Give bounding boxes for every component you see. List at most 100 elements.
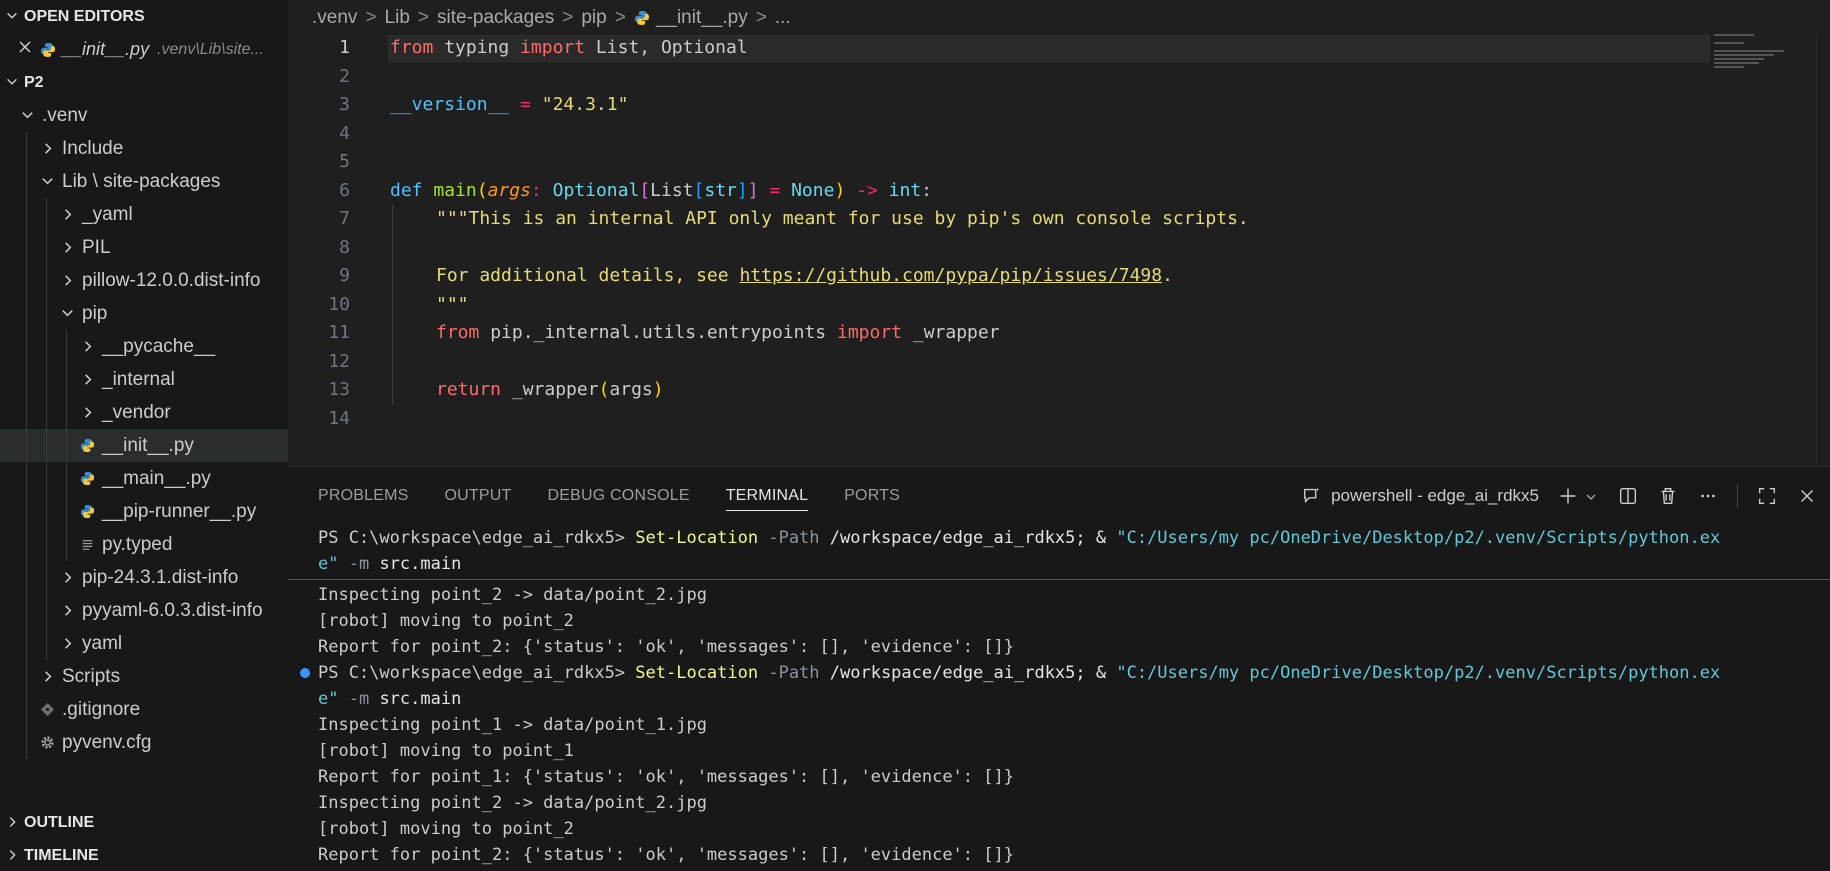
tree-item[interactable]: pip bbox=[0, 297, 288, 330]
split-terminal-icon[interactable] bbox=[1617, 485, 1639, 507]
tree-item[interactable]: Scripts bbox=[0, 660, 288, 693]
indent-guide bbox=[66, 528, 67, 561]
docstring-link[interactable]: https://github.com/pypa/pip/issues/7498 bbox=[739, 265, 1162, 286]
breadcrumb-item[interactable]: .venv bbox=[312, 7, 357, 29]
tree-item[interactable]: PIL bbox=[0, 231, 288, 264]
terminal-param: -m bbox=[338, 554, 380, 574]
tree-item[interactable]: .gitignore bbox=[0, 693, 288, 726]
tree-item[interactable]: yaml bbox=[0, 627, 288, 660]
tab-output[interactable]: OUTPUT bbox=[445, 467, 512, 525]
terminal-string: "C:/Users/my pc/OneDrive/Desktop/p2/.ven… bbox=[1116, 528, 1721, 548]
tree-item[interactable]: Lib \ site-packages bbox=[0, 165, 288, 198]
tree-item[interactable]: _internal bbox=[0, 363, 288, 396]
code-line[interactable]: 1 from typing import List, Optional bbox=[288, 34, 1830, 63]
code-editor[interactable]: .venv > Lib > site-packages > pip > __init__… bbox=[288, 0, 1830, 466]
code-token: = bbox=[758, 179, 792, 201]
project-header[interactable]: P2 bbox=[0, 66, 288, 99]
close-panel-icon[interactable] bbox=[1796, 485, 1818, 507]
tree-item[interactable]: pip-24.3.1.dist-info bbox=[0, 561, 288, 594]
tab-ports[interactable]: PORTS bbox=[844, 467, 900, 525]
chevron-down-icon bbox=[0, 74, 24, 92]
indent-guide bbox=[26, 627, 27, 660]
tree-item[interactable]: pillow-12.0.0.dist-info bbox=[0, 264, 288, 297]
code-line[interactable]: 7 """This is an internal API only meant f… bbox=[288, 205, 1830, 234]
code-line[interactable]: 3 __version__ = "24.3.1" bbox=[288, 91, 1830, 120]
line-number: 11 bbox=[328, 322, 350, 343]
tab-problems[interactable]: PROBLEMS bbox=[318, 467, 409, 525]
code-line[interactable]: 12 bbox=[288, 347, 1830, 376]
chevron-down-icon[interactable] bbox=[1583, 486, 1599, 506]
outline-header[interactable]: OUTLINE bbox=[0, 806, 288, 839]
maximize-panel-icon[interactable] bbox=[1756, 485, 1778, 507]
python-file-icon bbox=[40, 39, 56, 60]
tree-item[interactable]: .venv bbox=[0, 99, 288, 132]
tab-terminal[interactable]: TERMINAL bbox=[725, 467, 809, 525]
code-line[interactable]: 4 bbox=[288, 120, 1830, 149]
tree-item[interactable]: pyyaml-6.0.3.dist-info bbox=[0, 594, 288, 627]
breadcrumb-item[interactable]: ... bbox=[775, 7, 791, 29]
code-token: import bbox=[520, 37, 586, 58]
code-line[interactable]: 8 bbox=[288, 233, 1830, 262]
indent-guide bbox=[46, 594, 47, 627]
code-line[interactable]: 2 bbox=[288, 63, 1830, 92]
code-line[interactable]: 5 bbox=[288, 148, 1830, 177]
code-token: """This is an internal API only meant fo… bbox=[436, 208, 1249, 229]
terminal-selector[interactable]: powershell - edge_ai_rdkx5 bbox=[1301, 485, 1539, 507]
tree-item[interactable]: Include bbox=[0, 132, 288, 165]
tree-item-label: __init__.py bbox=[102, 434, 194, 456]
line-number: 3 bbox=[339, 94, 350, 115]
timeline-header[interactable]: TIMELINE bbox=[0, 839, 288, 871]
code-token: ) bbox=[652, 379, 664, 400]
chevron-right-icon bbox=[76, 402, 98, 424]
code-token: main bbox=[433, 179, 477, 201]
code-line[interactable]: 14 bbox=[288, 405, 1830, 434]
trash-icon[interactable] bbox=[1657, 485, 1679, 507]
code-line[interactable]: 9 For additional details, see https://git… bbox=[288, 262, 1830, 291]
line-number: 1 bbox=[339, 37, 350, 58]
terminal-line: Report for point_2: {'status': 'ok', 'me… bbox=[318, 845, 1014, 865]
tree-item[interactable]: __pycache__ bbox=[0, 330, 288, 363]
line-number: 9 bbox=[339, 265, 350, 286]
tree-item[interactable]: __main__.py bbox=[0, 462, 288, 495]
code-area[interactable]: 1 from typing import List, Optional 2 3 __… bbox=[288, 34, 1830, 433]
command-decoration-icon[interactable] bbox=[300, 668, 310, 678]
code-line[interactable]: 11 from pip._internal.utils.entrypoints i… bbox=[288, 319, 1830, 348]
tree-item-label: _yaml bbox=[82, 203, 133, 225]
tree-item-label: pyvenv.cfg bbox=[62, 731, 152, 753]
add-terminal-icon[interactable] bbox=[1557, 485, 1579, 507]
indent-guide bbox=[392, 376, 393, 405]
breadcrumb-item[interactable]: Lib bbox=[385, 7, 410, 29]
indent-guide bbox=[26, 198, 27, 231]
more-actions-icon[interactable] bbox=[1697, 485, 1719, 507]
code-line[interactable]: 13 return _wrapper(args) bbox=[288, 376, 1830, 405]
editor-scrollbar[interactable] bbox=[1816, 34, 1830, 464]
line-number: 5 bbox=[339, 151, 350, 172]
close-icon[interactable] bbox=[14, 39, 36, 60]
breadcrumb-item[interactable]: __init__.py bbox=[656, 7, 748, 29]
tab-debug-console[interactable]: DEBUG CONSOLE bbox=[548, 467, 690, 525]
code-line[interactable]: 10 """ bbox=[288, 290, 1830, 319]
open-editor-item[interactable]: __init__.py .venv\Lib\site... bbox=[0, 33, 288, 66]
terminal-output[interactable]: PS C:\workspace\edge_ai_rdkx5> Set-Locat… bbox=[288, 525, 1830, 868]
code-line[interactable]: 6 def main(args: Optional[List[str]] = No… bbox=[288, 177, 1830, 206]
code-token: __version__ bbox=[390, 94, 510, 115]
open-editors-header[interactable]: OPEN EDITORS bbox=[0, 0, 288, 33]
code-token: Optional bbox=[552, 179, 640, 201]
tree-item[interactable]: __pip-runner__.py bbox=[0, 495, 288, 528]
code-token: -> bbox=[845, 179, 889, 201]
tree-item[interactable]: pyvenv.cfg bbox=[0, 726, 288, 759]
tree-item[interactable]: py.typed bbox=[0, 528, 288, 561]
terminal-path: src.main bbox=[379, 689, 462, 709]
divider bbox=[1737, 484, 1738, 508]
minimap[interactable] bbox=[1714, 34, 1794, 74]
breadcrumb-item[interactable]: site-packages bbox=[437, 7, 554, 29]
breadcrumb-item[interactable]: pip bbox=[581, 7, 606, 29]
tree-item[interactable]: _yaml bbox=[0, 198, 288, 231]
indent-guide bbox=[26, 264, 27, 297]
tree-item-label: _internal bbox=[102, 368, 175, 390]
tree-item[interactable]: __init__.py bbox=[0, 429, 288, 462]
tree-item-label: pip bbox=[82, 302, 108, 324]
chevron-down-icon bbox=[36, 171, 58, 193]
terminal-prompt: PS C:\workspace\edge_ai_rdkx5> bbox=[318, 528, 636, 548]
tree-item[interactable]: _vendor bbox=[0, 396, 288, 429]
